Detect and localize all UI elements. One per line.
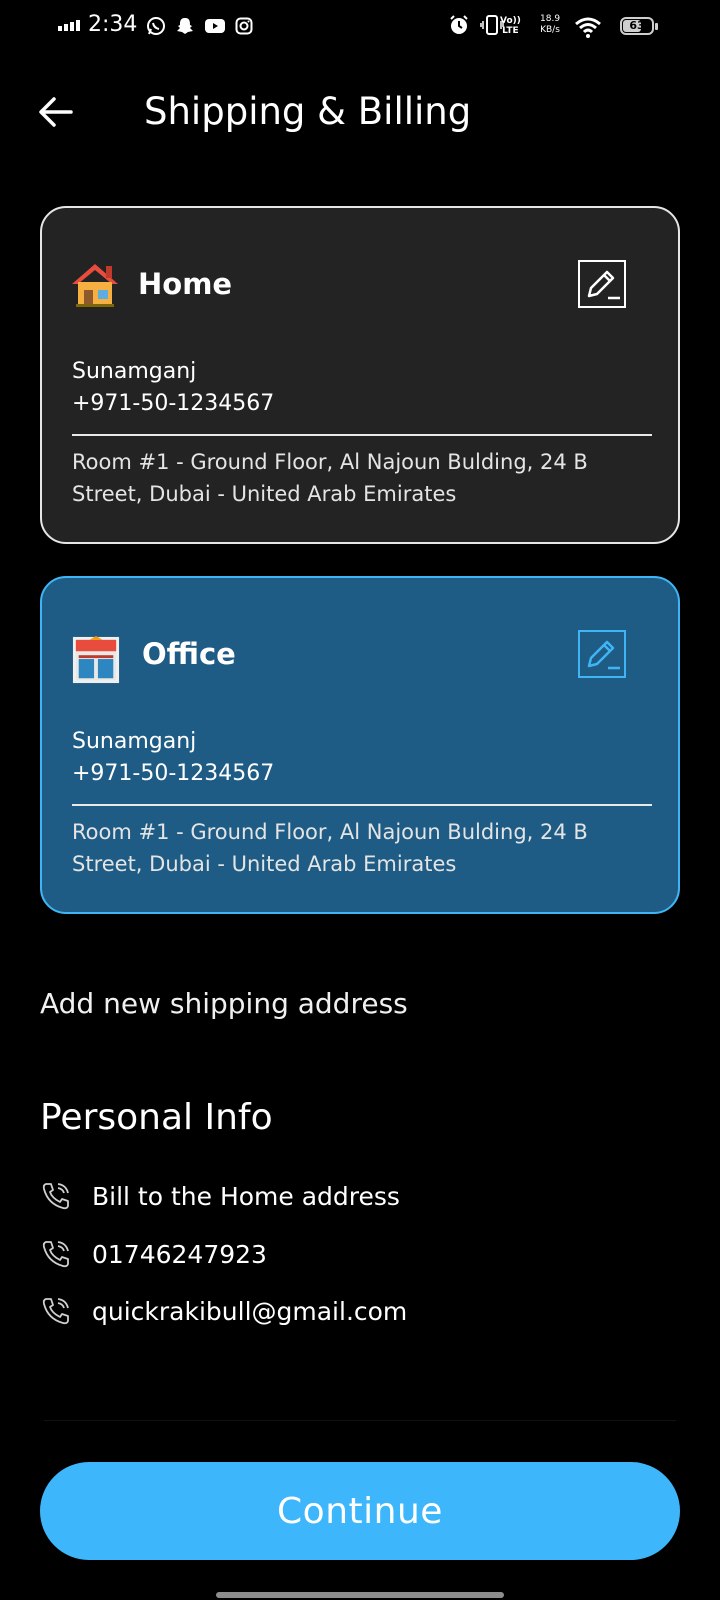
volte-icon: Vo)) LTE [500, 16, 521, 36]
contact-name: Sunamganj [72, 729, 197, 754]
battery-level: 63 [629, 19, 645, 32]
info-text: Bill to the Home address [92, 1181, 400, 1211]
address-text: Room #1 - Ground Floor, Al Najoun Buldin… [72, 820, 588, 876]
whatsapp-icon [147, 17, 165, 35]
youtube-icon [205, 19, 225, 33]
system-icons [448, 14, 504, 36]
phone-icon [42, 1298, 69, 1325]
instagram-icon [235, 17, 253, 35]
info-row-phone: 01746247923 [40, 1234, 267, 1274]
edit-pencil-icon [587, 640, 620, 670]
address-label: Office [142, 637, 236, 671]
address-card-home[interactable]: Home Sunamganj +971-50-1234567 Room #1 -… [40, 206, 680, 544]
personal-info-title: Personal Info [40, 1097, 273, 1138]
info-text: quickrakibull@gmail.com [92, 1296, 408, 1326]
edit-button[interactable] [578, 260, 626, 308]
add-shipping-address-link[interactable]: Add new shipping address [40, 984, 408, 1024]
notification-icons [146, 16, 253, 36]
network-speed: 18.9 KB/s [540, 14, 560, 36]
info-row-email: quickrakibull@gmail.com [40, 1291, 407, 1331]
house-icon [72, 264, 118, 307]
address-card-office[interactable]: Office Sunamganj +971-50-1234567 Room #1… [40, 576, 680, 914]
store-icon [72, 636, 120, 684]
contact-phone: +971-50-1234567 [72, 761, 275, 786]
info-text: 01746247923 [92, 1239, 267, 1269]
status-bar: 2:34 Vo)) LTE 18.9 KB/s 63 [0, 0, 720, 56]
snapchat-icon [177, 18, 193, 34]
continue-label: Continue [277, 1490, 443, 1532]
network-speed-unit: KB/s [540, 25, 560, 35]
network-speed-value: 18.9 [540, 14, 561, 24]
address-text: Room #1 - Ground Floor, Al Najoun Buldin… [72, 450, 588, 506]
battery-icon: 63 [620, 17, 658, 37]
divider [72, 434, 652, 436]
continue-button[interactable]: Continue [40, 1462, 680, 1560]
phone-icon [42, 1183, 69, 1210]
divider [44, 1420, 676, 1421]
page-title: Shipping & Billing [144, 90, 472, 133]
contact-phone: +971-50-1234567 [72, 391, 275, 416]
back-button[interactable] [30, 88, 82, 136]
phone-icon [42, 1241, 69, 1268]
info-row-billing: Bill to the Home address [40, 1176, 400, 1216]
home-indicator[interactable] [216, 1592, 504, 1598]
divider [72, 804, 652, 806]
edit-button[interactable] [578, 630, 626, 678]
alarm-icon [450, 15, 468, 34]
signal-icon [58, 20, 80, 31]
wifi-icon [575, 17, 601, 38]
address-label: Home [138, 267, 233, 301]
edit-pencil-icon [587, 270, 620, 300]
contact-name: Sunamganj [72, 359, 197, 384]
arrow-left-icon [39, 97, 73, 127]
status-time: 2:34 [88, 12, 138, 37]
